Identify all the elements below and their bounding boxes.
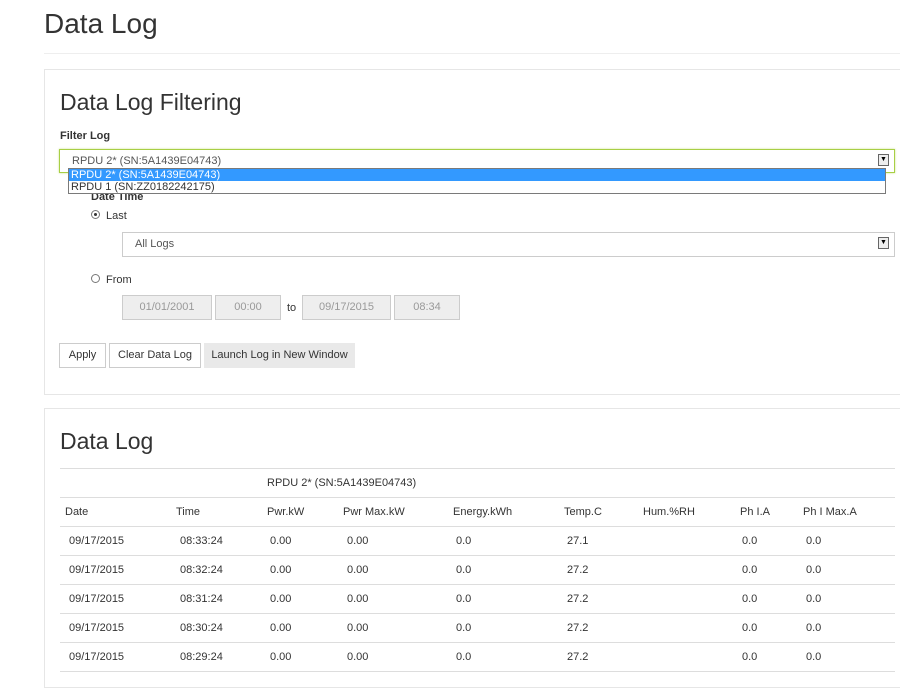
- device-select-value: RPDU 2* (SN:5A1439E04743): [72, 155, 222, 167]
- cell-temp-c: 27.2: [567, 651, 589, 663]
- device-dropdown-list: RPDU 2* (SN:5A1439E04743) RPDU 1 (SN:ZZ0…: [68, 168, 886, 194]
- cell-pwr-kw: 0.00: [270, 593, 292, 605]
- cell-time: 08:30:24: [180, 622, 223, 634]
- table-body: 09/17/2015 08:33:24 0.00 0.00 0.0 27.1 0.0 0.0 0…: [60, 527, 895, 672]
- device-option-rpdu2[interactable]: RPDU 2* (SN:5A1439E04743): [69, 169, 885, 181]
- cell-pwr-kw: 0.00: [270, 564, 292, 576]
- from-radio-label: From: [106, 274, 132, 286]
- column-header-time: Time: [176, 506, 201, 518]
- cell-date: 09/17/2015: [69, 564, 125, 576]
- device-name: RPDU 2* (SN:5A1439E04743): [267, 477, 417, 489]
- from-time-input[interactable]: 00:00: [215, 295, 281, 320]
- title-divider: [44, 53, 900, 54]
- cell-pwr-max-kw: 0.00: [347, 622, 369, 634]
- column-header-pwr-max-kw: Pwr Max.kW: [343, 506, 405, 518]
- cell-ph-i-max-a: 0.0: [806, 622, 822, 634]
- column-header-temp-c: Temp.C: [564, 506, 602, 518]
- cell-date: 09/17/2015: [69, 651, 125, 663]
- data-log-table: RPDU 2* (SN:5A1439E04743) Date Time Pwr.kW…: [60, 468, 895, 672]
- to-date-input[interactable]: 09/17/2015: [302, 295, 391, 320]
- page-title: Data Log: [44, 8, 158, 39]
- cell-time: 08:33:24: [180, 535, 223, 547]
- cell-temp-c: 27.1: [567, 535, 589, 547]
- table-row: 09/17/2015 08:31:24 0.00 0.00 0.0 27.2 0.0 0.0: [60, 585, 895, 614]
- cell-energy-kwh: 0.0: [456, 651, 472, 663]
- table-row: 09/17/2015 08:29:24 0.00 0.00 0.0 27.2 0.0 0.0: [60, 643, 895, 672]
- cell-pwr-max-kw: 0.00: [347, 593, 369, 605]
- cell-temp-c: 27.2: [567, 593, 589, 605]
- column-header-ph-i-a: Ph I.A: [740, 506, 770, 518]
- data-log-section-title: Data Log: [60, 428, 154, 454]
- cell-time: 08:32:24: [180, 564, 223, 576]
- cell-date: 09/17/2015: [69, 622, 125, 634]
- cell-ph-i-a: 0.0: [742, 651, 758, 663]
- device-option-rpdu1[interactable]: RPDU 1 (SN:ZZ0182242175): [69, 181, 885, 193]
- cell-ph-i-a: 0.0: [742, 535, 758, 547]
- cell-pwr-max-kw: 0.00: [347, 535, 369, 547]
- column-header-date: Date: [65, 506, 89, 518]
- clear-data-log-button[interactable]: Clear Data Log: [109, 343, 201, 368]
- cell-energy-kwh: 0.0: [456, 564, 472, 576]
- data-log-panel: Data Log RPDU 2* (SN:5A1439E04743) Date T…: [44, 408, 900, 688]
- cell-date: 09/17/2015: [69, 535, 125, 547]
- to-time-input[interactable]: 08:34: [394, 295, 460, 320]
- launch-log-button[interactable]: Launch Log in New Window: [204, 343, 355, 368]
- apply-button[interactable]: Apply: [59, 343, 106, 368]
- cell-pwr-kw: 0.00: [270, 535, 292, 547]
- cell-ph-i-a: 0.0: [742, 564, 758, 576]
- chevron-down-icon[interactable]: ▼: [878, 237, 889, 249]
- from-radio[interactable]: [91, 274, 100, 283]
- cell-date: 09/17/2015: [69, 593, 125, 605]
- cell-energy-kwh: 0.0: [456, 535, 472, 547]
- last-radio[interactable]: [91, 210, 100, 219]
- cell-pwr-kw: 0.00: [270, 622, 292, 634]
- cell-energy-kwh: 0.0: [456, 622, 472, 634]
- column-header-row: Date Time Pwr.kW Pwr Max.kW Energy.kWh Temp.C…: [60, 498, 895, 527]
- filter-section-title: Data Log Filtering: [60, 89, 242, 115]
- column-header-pwr-kw: Pwr.kW: [267, 506, 305, 518]
- filter-panel: Data Log Filtering Filter Log RPDU 2* (S…: [44, 69, 900, 395]
- cell-pwr-kw: 0.00: [270, 651, 292, 663]
- cell-temp-c: 27.2: [567, 622, 589, 634]
- last-range-select[interactable]: All Logs ▼: [122, 232, 895, 257]
- cell-pwr-max-kw: 0.00: [347, 651, 369, 663]
- last-radio-label: Last: [106, 210, 127, 222]
- filter-log-label: Filter Log: [60, 130, 111, 142]
- column-header-ph-i-max-a: Ph I Max.A: [803, 506, 857, 518]
- cell-pwr-max-kw: 0.00: [347, 564, 369, 576]
- table-row: 09/17/2015 08:33:24 0.00 0.00 0.0 27.1 0.0 0.0: [60, 527, 895, 556]
- cell-temp-c: 27.2: [567, 564, 589, 576]
- cell-ph-i-a: 0.0: [742, 622, 758, 634]
- last-range-value: All Logs: [135, 238, 175, 250]
- table-row: 09/17/2015 08:30:24 0.00 0.00 0.0 27.2 0.0 0.0: [60, 614, 895, 643]
- cell-ph-i-max-a: 0.0: [806, 593, 822, 605]
- cell-ph-i-max-a: 0.0: [806, 564, 822, 576]
- cell-ph-i-a: 0.0: [742, 593, 758, 605]
- chevron-down-icon[interactable]: ▼: [878, 154, 889, 166]
- cell-time: 08:31:24: [180, 593, 223, 605]
- to-label: to: [287, 302, 297, 314]
- device-header-row: RPDU 2* (SN:5A1439E04743): [60, 468, 895, 498]
- table-row: 09/17/2015 08:32:24 0.00 0.00 0.0 27.2 0.0 0.0: [60, 556, 895, 585]
- cell-time: 08:29:24: [180, 651, 223, 663]
- column-header-energy-kwh: Energy.kWh: [453, 506, 513, 518]
- column-header-hum-rh: Hum.%RH: [643, 506, 695, 518]
- cell-energy-kwh: 0.0: [456, 593, 472, 605]
- cell-ph-i-max-a: 0.0: [806, 535, 822, 547]
- from-date-input[interactable]: 01/01/2001: [122, 295, 212, 320]
- cell-ph-i-max-a: 0.0: [806, 651, 822, 663]
